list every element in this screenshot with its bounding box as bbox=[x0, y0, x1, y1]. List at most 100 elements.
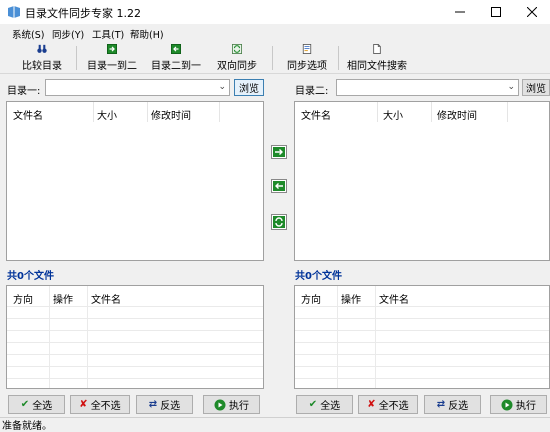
minimize-button[interactable] bbox=[442, 0, 478, 24]
grid-line bbox=[49, 286, 50, 388]
column-header-direction[interactable]: 方向 bbox=[301, 291, 321, 306]
column-separator bbox=[507, 102, 508, 122]
column-header-filename[interactable]: 文件名 bbox=[91, 291, 121, 306]
status-text: 准备就绪。 bbox=[2, 421, 52, 432]
sync-icon bbox=[232, 44, 242, 54]
bidirectional-sync-button[interactable]: 双向同步 bbox=[214, 44, 260, 72]
column-header-size[interactable]: 大小 bbox=[97, 107, 117, 122]
status-bar bbox=[0, 417, 550, 429]
column-header-direction[interactable]: 方向 bbox=[13, 291, 33, 306]
options-document-icon bbox=[302, 44, 312, 54]
dir2-label: 目录二: bbox=[295, 86, 329, 97]
arrow-left-icon bbox=[273, 181, 285, 191]
execute-label: 执行 bbox=[229, 401, 249, 412]
cross-icon: ✘ bbox=[79, 399, 88, 410]
column-header-operation[interactable]: 操作 bbox=[53, 291, 73, 306]
dir1-execute-button[interactable]: 执行 bbox=[203, 395, 260, 414]
binoculars-icon bbox=[37, 44, 47, 53]
arrow-left-icon bbox=[171, 44, 181, 54]
copy-right-button[interactable] bbox=[271, 145, 287, 159]
select-all-label: 全选 bbox=[32, 401, 53, 412]
toolbar-separator bbox=[272, 46, 273, 70]
invert-label: 反选 bbox=[160, 401, 181, 412]
grid-line bbox=[7, 342, 263, 343]
same-file-search-button[interactable]: 相同文件搜索 bbox=[344, 44, 410, 72]
dir2-browse-button[interactable]: 浏览 bbox=[522, 79, 550, 96]
grid-line bbox=[375, 286, 376, 388]
dir2-execute-button[interactable]: 执行 bbox=[490, 395, 547, 414]
column-separator bbox=[431, 102, 432, 122]
sync-options-button[interactable]: 同步选项 bbox=[284, 44, 330, 72]
grid-line bbox=[7, 354, 263, 355]
grid-line bbox=[7, 378, 263, 379]
dir2-select-all-button[interactable]: ✔ 全选 bbox=[296, 395, 353, 414]
app-icon bbox=[8, 6, 20, 18]
dir2-select[interactable]: ⌄ bbox=[336, 79, 519, 96]
dir1-label: 目录一: bbox=[7, 86, 41, 97]
column-separator bbox=[219, 102, 220, 122]
chevron-down-icon: ⌄ bbox=[218, 82, 226, 92]
compare-dirs-label: 比较目录 bbox=[22, 61, 62, 72]
select-all-label: 全选 bbox=[320, 401, 341, 412]
select-none-label: 全不选 bbox=[90, 401, 121, 412]
column-header-size[interactable]: 大小 bbox=[383, 107, 403, 122]
grid-line bbox=[295, 378, 549, 379]
dir1-to-dir2-button[interactable]: 目录一到二 bbox=[84, 44, 140, 72]
dir1-select-none-button[interactable]: ✘ 全不选 bbox=[70, 395, 130, 414]
invert-icon: ⇄ bbox=[436, 399, 446, 410]
column-header-modified[interactable]: 修改时间 bbox=[437, 107, 477, 122]
dir2-invert-button[interactable]: ⇄ 反选 bbox=[424, 395, 481, 414]
dir2-file-list[interactable]: 文件名 大小 修改时间 bbox=[294, 101, 550, 261]
dir1-select[interactable]: ⌄ bbox=[45, 79, 230, 96]
dir1-file-count: 共0个文件 bbox=[7, 271, 54, 282]
column-header-filename[interactable]: 文件名 bbox=[13, 107, 43, 122]
document-icon bbox=[373, 44, 381, 54]
dir2-operations-list[interactable]: 方向 操作 文件名 bbox=[294, 285, 550, 389]
menu-tools[interactable]: 工具(T) bbox=[92, 27, 124, 41]
column-header-filename[interactable]: 文件名 bbox=[379, 291, 409, 306]
menu-help[interactable]: 帮助(H) bbox=[130, 27, 164, 41]
maximize-icon bbox=[491, 7, 501, 17]
grid-line bbox=[87, 286, 88, 388]
same-file-search-label: 相同文件搜索 bbox=[347, 61, 407, 72]
dir1-invert-button[interactable]: ⇄ 反选 bbox=[136, 395, 193, 414]
bidirectional-sync-label: 双向同步 bbox=[217, 61, 257, 72]
maximize-button[interactable] bbox=[478, 0, 514, 24]
column-header-operation[interactable]: 操作 bbox=[341, 291, 361, 306]
close-button[interactable] bbox=[514, 0, 550, 24]
dir2-to-dir1-button[interactable]: 目录二到一 bbox=[148, 44, 204, 72]
grid-line bbox=[337, 286, 338, 388]
column-separator bbox=[377, 102, 378, 122]
dir1-browse-button[interactable]: 浏览 bbox=[234, 79, 264, 96]
grid-line bbox=[7, 366, 263, 367]
close-icon bbox=[527, 7, 537, 17]
toolbar-separator bbox=[76, 46, 77, 70]
dir2-file-count: 共0个文件 bbox=[295, 271, 342, 282]
arrow-right-icon bbox=[273, 147, 285, 157]
column-header-modified[interactable]: 修改时间 bbox=[151, 107, 191, 122]
grid-line bbox=[295, 366, 549, 367]
sync-options-label: 同步选项 bbox=[287, 61, 327, 72]
toolbar-separator bbox=[338, 46, 339, 70]
grid-line bbox=[7, 306, 263, 307]
dir2-to-dir1-label: 目录二到一 bbox=[151, 61, 201, 72]
dir1-select-all-button[interactable]: ✔ 全选 bbox=[8, 395, 65, 414]
sync-both-button[interactable] bbox=[271, 214, 287, 230]
column-header-filename[interactable]: 文件名 bbox=[301, 107, 331, 122]
checkmark-icon: ✔ bbox=[308, 399, 318, 410]
grid-line bbox=[7, 330, 263, 331]
menu-sync[interactable]: 同步(Y) bbox=[52, 27, 84, 41]
execute-label: 执行 bbox=[516, 401, 536, 412]
dir2-select-none-button[interactable]: ✘ 全不选 bbox=[358, 395, 418, 414]
grid-line bbox=[295, 306, 549, 307]
chevron-down-icon: ⌄ bbox=[507, 82, 515, 92]
dir1-file-list[interactable]: 文件名 大小 修改时间 bbox=[6, 101, 264, 261]
menu-system[interactable]: 系统(S) bbox=[12, 27, 44, 41]
compare-dirs-button[interactable]: 比较目录 bbox=[18, 44, 66, 72]
play-icon bbox=[214, 399, 226, 410]
grid-line bbox=[295, 342, 549, 343]
dir1-operations-list[interactable]: 方向 操作 文件名 bbox=[6, 285, 264, 389]
checkmark-icon: ✔ bbox=[20, 399, 30, 410]
window-title: 目录文件同步专家 1.22 bbox=[25, 7, 141, 20]
copy-left-button[interactable] bbox=[271, 179, 287, 193]
